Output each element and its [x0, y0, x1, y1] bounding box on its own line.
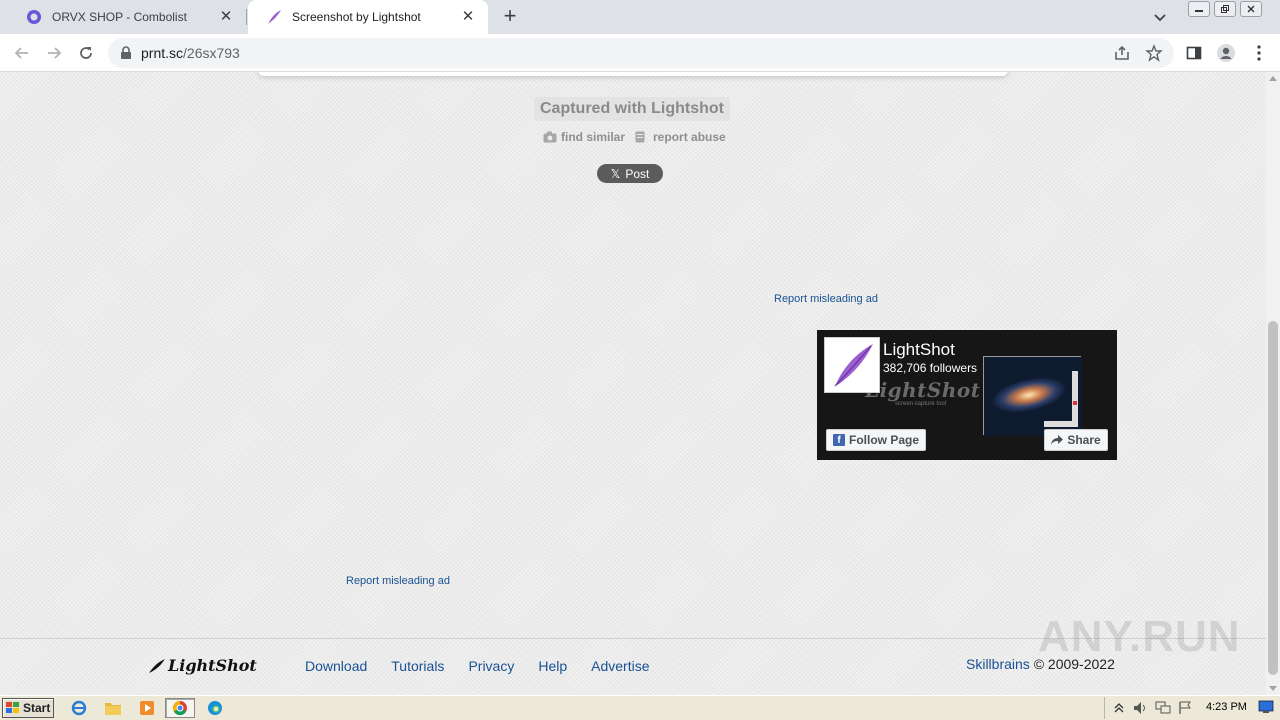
footer-link-help[interactable]: Help: [538, 658, 567, 674]
forward-icon[interactable]: [42, 41, 66, 65]
tab-title: ORVX SHOP - Combolist: [52, 10, 187, 24]
close-window-icon[interactable]: [1240, 1, 1262, 17]
url-path: /26sx793: [183, 45, 240, 61]
anyrun-watermark: ANY.RUN: [1038, 612, 1241, 661]
start-label: Start: [23, 701, 51, 715]
find-similar-link[interactable]: find similar: [543, 130, 625, 144]
cover-subtitle: screen capture tool: [895, 401, 947, 407]
page-viewport: Captured with Lightshot find similar rep…: [0, 72, 1266, 695]
system-tray: [1104, 697, 1280, 719]
share-icon[interactable]: [1113, 44, 1131, 62]
screenshot-frame: [258, 72, 1008, 76]
facebook-page-widget[interactable]: LightShot screen capture tool LightShot …: [817, 330, 1117, 460]
page-name[interactable]: LightShot: [883, 340, 955, 360]
captured-with-lightshot-label: Captured with Lightshot: [534, 97, 730, 121]
browser-toolbar: prnt.sc/26sx793: [0, 34, 1280, 72]
page-scrollbar[interactable]: [1266, 72, 1280, 695]
cover-logo-text: LightShot: [865, 378, 981, 402]
footer-link-download[interactable]: Download: [305, 658, 367, 674]
footer-link-tutorials[interactable]: Tutorials: [391, 658, 444, 674]
tab-lightshot[interactable]: Screenshot by Lightshot ✕: [248, 0, 488, 34]
address-bar[interactable]: prnt.sc/26sx793: [108, 38, 1174, 68]
network-icon[interactable]: [1155, 700, 1171, 716]
minimize-icon[interactable]: [1188, 1, 1210, 17]
followers-count: 382,706 followers: [883, 361, 978, 375]
share-button[interactable]: Share: [1044, 429, 1108, 451]
globe-icon: [26, 9, 42, 25]
feather-logo-icon: [148, 658, 166, 674]
report-abuse-link[interactable]: report abuse: [635, 130, 726, 144]
scroll-down-arrow-icon[interactable]: [1269, 686, 1277, 691]
start-button[interactable]: Start: [2, 698, 54, 718]
x-post-button[interactable]: 𝕏 Post: [597, 164, 663, 183]
file-explorer-icon[interactable]: [102, 698, 124, 718]
footer-link-privacy[interactable]: Privacy: [468, 658, 514, 674]
follow-page-label: Follow Page: [849, 433, 920, 447]
close-icon[interactable]: ✕: [218, 9, 234, 25]
show-desktop-icon[interactable]: [1258, 700, 1274, 714]
restore-icon[interactable]: [1214, 1, 1236, 17]
chevron-down-icon[interactable]: [1150, 7, 1170, 27]
page-avatar[interactable]: [824, 337, 880, 393]
windows-taskbar: Start 4:23 PM: [0, 695, 1280, 720]
back-icon[interactable]: [10, 41, 34, 65]
footer-logo[interactable]: LightShot: [148, 656, 257, 675]
window-controls: [1184, 1, 1262, 17]
url-host: prnt.sc: [141, 45, 184, 61]
scroll-thumb[interactable]: [1268, 321, 1278, 675]
side-panel-icon[interactable]: [1184, 43, 1204, 63]
cover-screenshot-image: [983, 356, 1082, 436]
action-center-flag-icon[interactable]: [1177, 700, 1193, 716]
share-arrow-icon: [1051, 435, 1064, 445]
skillbrains-link[interactable]: Skillbrains: [966, 656, 1030, 672]
follow-page-button[interactable]: f Follow Page: [826, 429, 926, 451]
close-icon[interactable]: ✕: [460, 9, 476, 25]
bookmark-star-icon[interactable]: [1145, 44, 1163, 62]
tray-expand-icon[interactable]: [1111, 700, 1127, 716]
new-tab-button[interactable]: +: [498, 5, 522, 29]
lock-icon[interactable]: [120, 46, 132, 60]
tab-separator: [246, 9, 247, 25]
report-abuse-text: report abuse: [653, 130, 726, 144]
screenshot-actions: find similar report abuse: [543, 130, 736, 144]
x-logo-icon: 𝕏: [610, 166, 621, 181]
chrome-taskbar-icon[interactable]: [165, 698, 195, 718]
media-player-icon[interactable]: [136, 698, 158, 718]
windows-logo-icon: [6, 702, 20, 714]
find-similar-text: find similar: [561, 130, 626, 144]
report-icon: [635, 131, 649, 143]
lightshot-feather-icon: [266, 9, 282, 25]
url-text: prnt.sc/26sx793: [141, 45, 240, 61]
tab-strip: ORVX SHOP - Combolist ✕ Screenshot by Li…: [0, 0, 1280, 34]
tab-title: Screenshot by Lightshot: [292, 10, 421, 24]
camera-icon: [543, 131, 557, 143]
taskbar-clock[interactable]: 4:23 PM: [1206, 701, 1247, 713]
reload-icon[interactable]: [74, 41, 98, 65]
footer-nav: Download Tutorials Privacy Help Advertis…: [305, 658, 674, 674]
kebab-menu-icon[interactable]: [1249, 43, 1269, 63]
share-label: Share: [1067, 433, 1101, 447]
tab-orvx-shop[interactable]: ORVX SHOP - Combolist ✕: [8, 0, 246, 34]
footer-logo-text: LightShot: [168, 656, 257, 675]
profile-avatar-icon[interactable]: [1216, 43, 1236, 63]
facebook-icon: f: [833, 434, 845, 446]
x-post-label: Post: [625, 166, 650, 181]
internet-explorer-icon[interactable]: [68, 698, 90, 718]
volume-icon[interactable]: [1133, 700, 1149, 716]
report-misleading-ad-link[interactable]: Report misleading ad: [774, 293, 878, 305]
edge-icon[interactable]: [204, 698, 226, 718]
scroll-up-arrow-icon[interactable]: [1269, 76, 1277, 81]
footer-link-advertise[interactable]: Advertise: [591, 658, 649, 674]
report-misleading-ad-link[interactable]: Report misleading ad: [346, 575, 450, 587]
